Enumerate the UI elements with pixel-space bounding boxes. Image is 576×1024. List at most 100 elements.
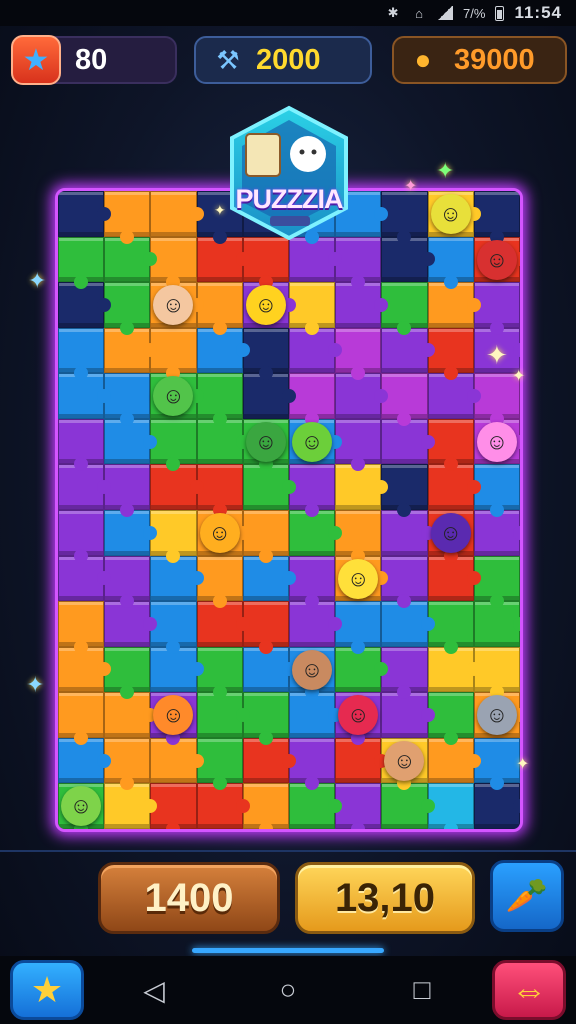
puzzle-piece[interactable]	[196, 692, 250, 738]
puzzle-piece[interactable]	[381, 646, 428, 699]
puzzle-piece[interactable]	[150, 236, 197, 289]
swap-button[interactable]: ⇔	[492, 960, 566, 1020]
sparkle-icon: ✦	[404, 178, 418, 195]
face-icon: ☺	[162, 292, 185, 318]
wizard-hat-icon[interactable]: ☺	[430, 512, 471, 553]
back-icon: ◁	[143, 974, 165, 1006]
face-icon: ☺	[439, 201, 462, 226]
puzzle-piece[interactable]	[150, 783, 197, 829]
puzzle-piece[interactable]	[381, 373, 428, 426]
puzzle-piece[interactable]	[58, 418, 105, 471]
puzzle-piece[interactable]	[104, 191, 151, 244]
puzzle-piece[interactable]	[427, 373, 481, 419]
hammer-value: 2000	[256, 43, 321, 76]
back-button[interactable]: ◁	[136, 972, 172, 1008]
puzzle-piece[interactable]	[104, 464, 151, 517]
bluetooth-icon: ✱	[387, 5, 399, 20]
sparkle-icon: ✦	[436, 158, 455, 183]
orange-cat-icon[interactable]: ☺	[199, 512, 240, 553]
puzzle-piece[interactable]	[335, 327, 382, 380]
coins-value: 39000	[454, 43, 535, 76]
puzzle-piece[interactable]	[381, 692, 435, 738]
magic-wand-button[interactable]: 🥕	[490, 860, 564, 932]
home-icon: ○	[279, 974, 297, 1005]
puzzle-piece[interactable]	[381, 783, 435, 829]
puzzle-piece[interactable]	[335, 418, 382, 471]
green-monster-icon[interactable]: ☺	[292, 421, 332, 462]
home-button[interactable]: ○	[270, 972, 306, 1008]
coins-counter[interactable]: ● 39000	[392, 36, 567, 84]
battery-percent: 7/%	[463, 5, 486, 21]
puzzle-piece[interactable]	[104, 692, 158, 738]
recents-button[interactable]: □	[404, 972, 440, 1008]
sparkle-icon: ✦	[516, 756, 530, 773]
face-icon: ☺	[208, 519, 231, 545]
puzzle-piece[interactable]	[335, 464, 389, 510]
puzzle-piece[interactable]	[381, 191, 428, 244]
green-monster-icon[interactable]: ☺	[245, 421, 286, 462]
puzzle-piece[interactable]	[381, 464, 428, 517]
sparkle-icon: ✦	[486, 340, 508, 370]
puzzle-piece[interactable]	[104, 646, 151, 699]
face-icon: ☺	[69, 793, 93, 819]
puzzle-piece[interactable]	[150, 509, 197, 563]
face-icon: ☺	[439, 519, 462, 545]
puzzle-piece[interactable]	[288, 692, 343, 738]
puzzle-piece[interactable]	[381, 555, 428, 608]
puzzle-piece[interactable]	[150, 601, 197, 654]
puzzle-piece[interactable]	[335, 509, 382, 563]
star-button[interactable]: ★	[10, 960, 84, 1020]
progress-glow	[192, 948, 384, 953]
puzzle-piece[interactable]	[150, 418, 197, 471]
hammer-counter[interactable]: ⚒ 2000	[194, 36, 372, 84]
puzzle-piece[interactable]	[58, 327, 105, 380]
puzzle-piece[interactable]	[104, 555, 151, 608]
pink-cat-icon[interactable]: ☺	[476, 421, 517, 462]
sparkle-icon: ✦	[214, 202, 226, 218]
puzzle-piece[interactable]	[58, 236, 105, 289]
puzzle-piece[interactable]	[58, 464, 112, 510]
puzzle-piece[interactable]	[104, 373, 151, 426]
puzzle-piece[interactable]	[242, 373, 297, 419]
score-button[interactable]: 1400	[98, 862, 280, 934]
puzzle-piece[interactable]	[58, 601, 105, 654]
sparkle-icon: ✦	[512, 368, 526, 385]
puzzle-piece[interactable]	[58, 509, 105, 563]
boy-character-icon[interactable]: ☺	[292, 649, 332, 690]
moves-button[interactable]: 13,10	[295, 862, 475, 934]
puzzle-board: ☺ ☺ ☺ ☺ ☺ ☺ ☺ ☺ ☺ ☺ ☺ ☺ ☺ ☺ ☺ ☺ ☺	[55, 188, 523, 832]
red-hat-creature-icon[interactable]: ☺	[476, 239, 517, 280]
boy-character-icon[interactable]: ☺	[384, 740, 425, 781]
puzzle-piece[interactable]	[196, 783, 250, 829]
puzzle-piece[interactable]	[335, 783, 382, 829]
star-icon: ★	[11, 35, 61, 85]
puzzle-piece[interactable]	[150, 327, 197, 380]
puzzle-piece[interactable]	[58, 373, 112, 419]
sparkle-icon: ✦	[26, 672, 45, 697]
grey-cat-icon[interactable]: ☺	[476, 695, 517, 736]
puzzle-piece[interactable]	[104, 282, 151, 335]
puzzle-piece[interactable]	[150, 464, 204, 510]
puzzle-piece[interactable]	[150, 191, 204, 237]
puzzle-piece[interactable]	[104, 737, 151, 790]
stars-value: 80	[75, 43, 108, 76]
puzzle-piece[interactable]	[104, 783, 158, 829]
face-icon: ☺	[485, 702, 509, 728]
yellow-monster-icon[interactable]: ☺	[430, 194, 471, 234]
puzzle-piece[interactable]	[288, 783, 343, 829]
puzzle-piece[interactable]	[427, 464, 481, 510]
puzzle-piece[interactable]	[381, 282, 428, 335]
puzzle-piece[interactable]	[473, 783, 520, 829]
face-icon: ☺	[485, 246, 509, 272]
stars-counter[interactable]: ★ 80	[11, 35, 177, 85]
puzzle-piece[interactable]	[242, 464, 297, 510]
puzzle-piece[interactable]	[335, 601, 382, 654]
yellow-star-creature-icon[interactable]: ☺	[338, 558, 379, 599]
puzzle-piece[interactable]	[58, 191, 112, 237]
bell-character-icon[interactable]: ☺	[245, 285, 286, 326]
face-icon: ☺	[300, 656, 324, 682]
puzzle-piece[interactable]	[335, 373, 389, 419]
clock: 11:54	[514, 3, 562, 22]
puzzle-piece[interactable]	[58, 692, 105, 745]
puzzle-piece[interactable]	[335, 236, 382, 289]
